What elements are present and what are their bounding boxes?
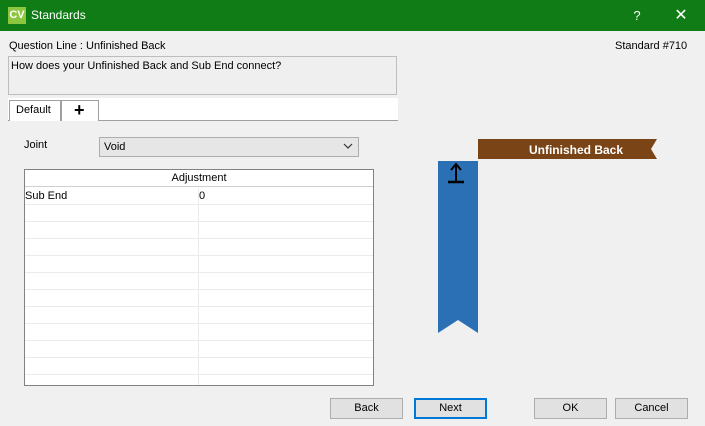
adjustment-table: Adjustment Sub End 0 [24, 169, 374, 386]
table-row-empty [25, 341, 373, 358]
table-row-empty [25, 256, 373, 273]
question-line-label: Question Line : Unfinished Back [9, 40, 166, 52]
table-row-empty [25, 273, 373, 290]
unfinished-back-label: Unfinished Back [529, 143, 623, 157]
adjustment-column-header: Adjustment [171, 172, 227, 184]
tab-default[interactable]: Default [9, 100, 61, 121]
standard-number-label: Standard #710 [615, 40, 688, 52]
table-row-empty [25, 290, 373, 307]
table-row-empty [25, 358, 373, 375]
table-row[interactable]: Sub End 0 [25, 188, 373, 205]
help-button[interactable]: ? [626, 0, 648, 31]
plus-icon: + [74, 100, 85, 120]
sub-end-piece [438, 161, 478, 333]
window-title: Standards [31, 8, 86, 22]
question-text-box: How does your Unfinished Back and Sub En… [8, 56, 397, 95]
table-row-empty [25, 324, 373, 341]
table-row-empty [25, 239, 373, 256]
table-row-empty [25, 307, 373, 324]
tab-default-label: Default [16, 104, 51, 116]
question-text: How does your Unfinished Back and Sub En… [11, 60, 282, 72]
table-header: Adjustment [25, 170, 373, 187]
joint-dropdown[interactable]: Void [99, 137, 359, 157]
table-row-empty [25, 205, 373, 222]
chevron-down-icon [343, 143, 353, 149]
add-tab-button[interactable]: + [61, 100, 99, 121]
joint-label: Joint [24, 139, 48, 151]
title-bar: CV Standards ? ✕ [0, 0, 705, 31]
table-row-empty [25, 222, 373, 239]
cancel-button[interactable]: Cancel [615, 398, 688, 419]
row-value[interactable]: 0 [199, 190, 205, 202]
joint-diagram: Unfinished Back [438, 139, 657, 333]
ok-button[interactable]: OK [534, 398, 607, 419]
row-name: Sub End [25, 190, 68, 202]
next-button[interactable]: Next [414, 398, 487, 419]
close-button[interactable]: ✕ [668, 0, 694, 31]
joint-selected-value: Void [104, 141, 126, 153]
tab-strip: Default + [8, 98, 398, 121]
app-logo-icon: CV [8, 7, 26, 24]
back-button[interactable]: Back [330, 398, 403, 419]
